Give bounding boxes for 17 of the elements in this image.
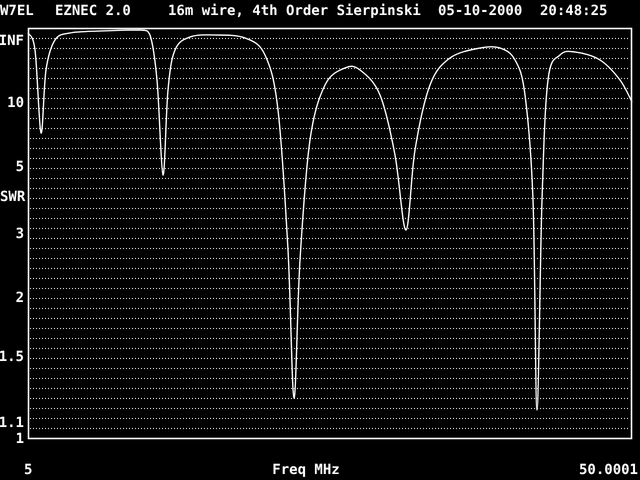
- plot-title: 16m wire, 4th Order Sierpinski: [168, 3, 422, 19]
- time-label: 20:48:25: [540, 3, 608, 19]
- y-tick-label: 10: [7, 95, 24, 111]
- date-label: 05-10-2000: [438, 3, 524, 19]
- callsign-label: W7EL: [0, 3, 35, 19]
- axis-title: Freq MHz: [272, 462, 340, 478]
- y-tick-label: 1.1: [0, 415, 24, 431]
- y-tick-label: 2: [16, 290, 24, 306]
- axis-title: SWR: [0, 189, 26, 205]
- x-tick-label: 5: [24, 462, 32, 478]
- y-tick-label: 1.5: [0, 349, 24, 365]
- y-tick-label: 1: [16, 431, 24, 447]
- y-tick-label: INF: [0, 33, 24, 49]
- x-tick-label: 50.0001: [578, 462, 638, 478]
- y-tick-label: 5: [16, 159, 24, 175]
- program-name: EZNEC 2.0: [55, 3, 132, 19]
- y-tick-label: 3: [16, 226, 24, 242]
